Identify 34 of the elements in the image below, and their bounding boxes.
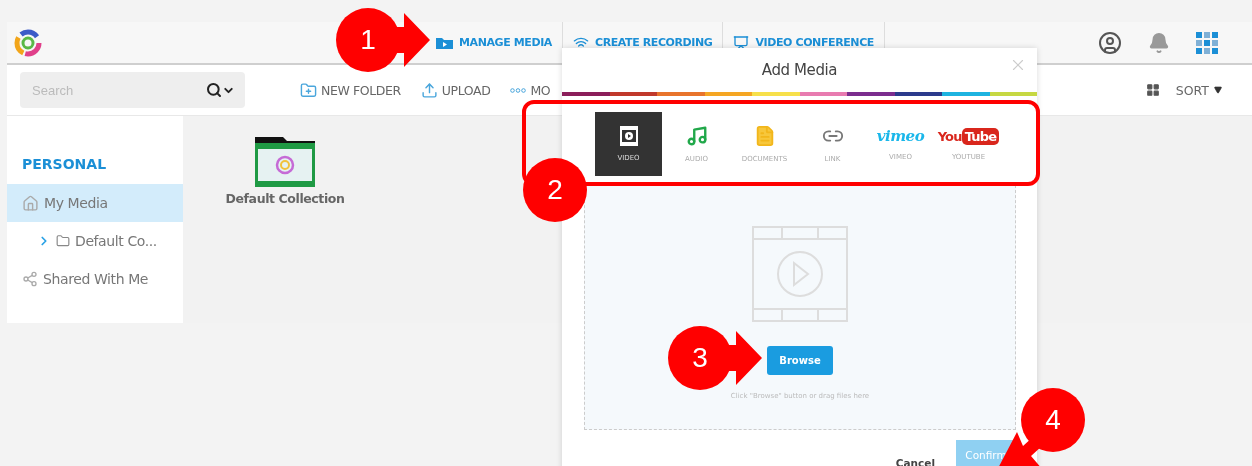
folder-thumbnail-icon[interactable] — [255, 137, 315, 187]
callout-badge: 1 — [336, 8, 400, 72]
music-note-icon — [685, 125, 708, 147]
share-icon — [22, 271, 38, 287]
search-icon[interactable] — [206, 82, 222, 98]
screen-icon — [733, 34, 750, 51]
sort-button[interactable]: SORT — [1175, 82, 1222, 98]
sidebar-item[interactable]: My Media — [7, 184, 183, 222]
folder-icon — [56, 234, 70, 248]
browse-button[interactable]: Browse — [767, 346, 833, 375]
video-placeholder-icon — [752, 226, 848, 322]
youtube-logo: You Tube — [937, 127, 1000, 145]
collection-label[interactable]: Default Collection — [225, 191, 345, 206]
grid-view-icon[interactable] — [1145, 83, 1160, 97]
more-icon — [510, 87, 527, 93]
toolbar-action[interactable]: NEW FOLDER — [300, 81, 401, 99]
sidebar-item[interactable]: Default Co... — [7, 222, 183, 260]
vimeo-logo: vimeo — [876, 127, 925, 145]
film-icon — [619, 126, 638, 146]
toolbar-action[interactable]: MO — [510, 81, 551, 99]
folder-plus-icon — [300, 81, 317, 99]
sidebar-item[interactable]: Shared With Me — [7, 260, 183, 298]
upload-icon — [420, 81, 438, 99]
user-icon[interactable] — [1098, 30, 1122, 55]
apps-grid-icon[interactable] — [1196, 31, 1218, 54]
home-icon — [22, 194, 39, 212]
callout-badge: 4 — [1021, 388, 1085, 452]
bell-icon[interactable] — [1148, 31, 1170, 54]
toolbar-action[interactable]: UPLOAD — [420, 81, 491, 99]
folder-play-icon — [436, 36, 453, 49]
logo-icon — [12, 27, 44, 58]
dialog-title: Add Media — [761, 61, 838, 79]
caret-icon — [1214, 86, 1222, 94]
sidebar-heading: PERSONAL — [21, 156, 108, 174]
